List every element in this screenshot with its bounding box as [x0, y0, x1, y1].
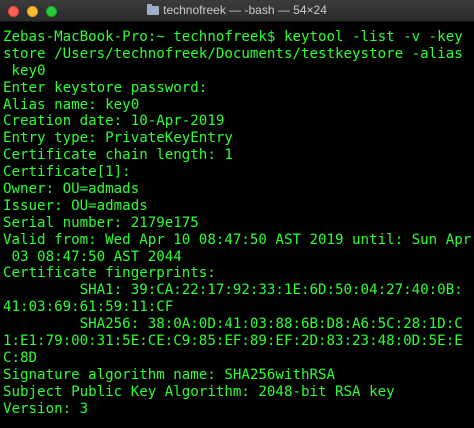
terminal-line: SHA256: 38:0A:0D:41:03:88:6B:D8:A6:5C:28… — [3, 316, 463, 333]
window-title: technofreek — -bash — 54×24 — [163, 3, 327, 17]
terminal-line: Alias name: key0 — [3, 96, 140, 113]
terminal-line: Entry type: PrivateKeyEntry — [3, 130, 233, 147]
terminal-line: Certificate chain length: 1 — [3, 147, 233, 164]
terminal-line: C:8D — [3, 349, 38, 366]
terminal-line: Valid from: Wed Apr 10 08:47:50 AST 2019… — [3, 231, 472, 248]
terminal-window: technofreek — -bash — 54×24 Zebas-MacBoo… — [0, 0, 474, 428]
terminal-line: Serial number: 2179e175 — [3, 214, 199, 231]
terminal-line: Owner: OU=admads — [3, 181, 140, 198]
folder-icon — [147, 4, 160, 15]
terminal-line: key0 — [3, 62, 46, 79]
terminal-line: SHA1: 39:CA:22:17:92:33:1E:6D:50:04:27:4… — [3, 282, 463, 299]
terminal-line: Subject Public Key Algorithm: 2048-bit R… — [3, 383, 395, 400]
terminal-line: Enter keystore password: — [3, 79, 208, 96]
terminal-output[interactable]: Zebas-MacBook-Pro:~ technofreek$ keytool… — [3, 29, 473, 428]
terminal-line: Certificate fingerprints: — [3, 265, 216, 282]
terminal-line: Creation date: 10-Apr-2019 — [3, 113, 225, 130]
terminal-line: 41:03:69:61:59:11:CF — [3, 299, 174, 316]
terminal-line: Signature algorithm name: SHA256withRSA — [3, 366, 336, 383]
terminal-line: 03 08:47:50 AST 2044 — [3, 248, 182, 265]
terminal-line: Version: 3 — [3, 400, 89, 417]
terminal-line: Zebas-MacBook-Pro:~ technofreek$ keytool… — [3, 29, 463, 45]
title-bar[interactable]: technofreek — -bash — 54×24 — [0, 0, 474, 22]
terminal-line: store /Users/technofreek/Documents/testk… — [3, 45, 463, 62]
terminal-line: Certificate[1]: — [3, 164, 131, 181]
terminal-line: 1:E1:79:00:31:5E:CE:C9:85:EF:89:EF:2D:83… — [3, 333, 463, 350]
window-title-container: technofreek — -bash — 54×24 — [0, 3, 474, 17]
terminal-line: Issuer: OU=admads — [3, 197, 148, 214]
